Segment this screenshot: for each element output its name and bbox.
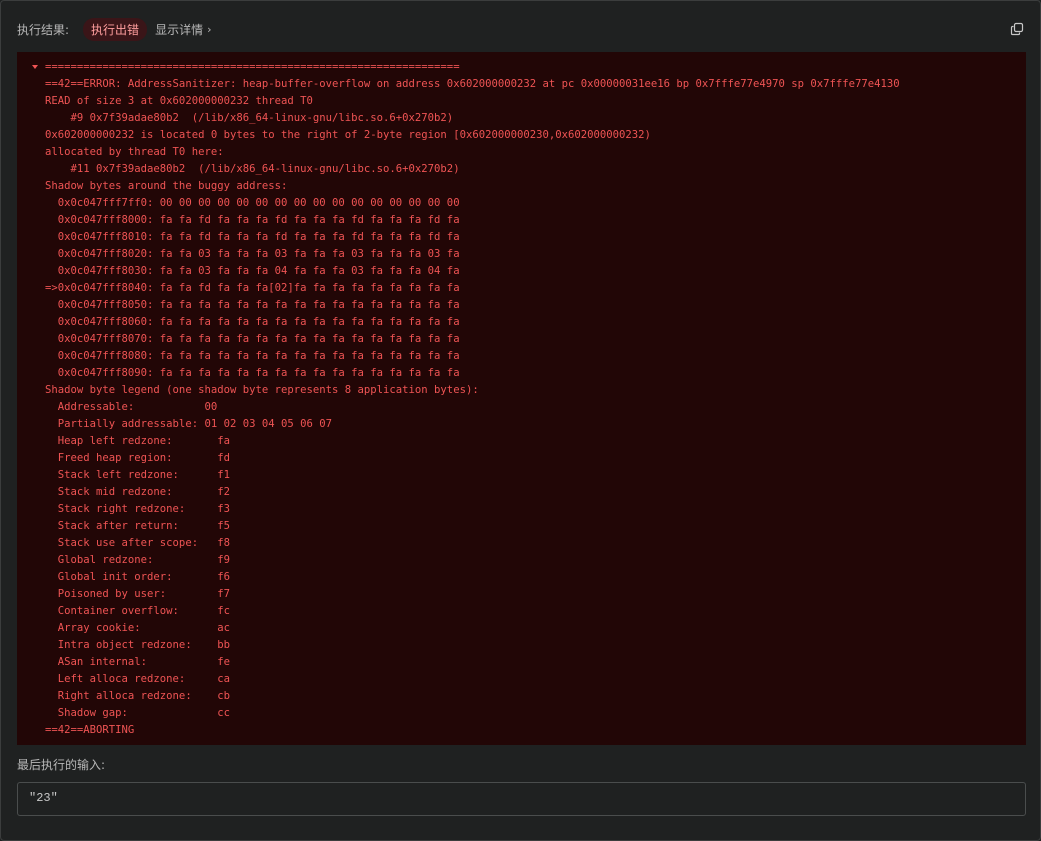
result-label: 执行结果:: [17, 22, 70, 37]
log-line: Intra object redzone: bb: [45, 639, 230, 651]
log-line: #9 0x7f39adae80b2 (/lib/x86_64-linux-gnu…: [45, 112, 454, 124]
last-input-field[interactable]: "23": [17, 782, 1026, 816]
status-badge: 执行出错: [83, 17, 148, 41]
log-line: allocated by thread T0 here:: [45, 146, 224, 158]
log-line: ASan internal: fe: [45, 656, 230, 668]
log-line: 0x0c047fff8080: fa fa fa fa fa fa fa fa …: [45, 350, 460, 362]
log-line: Partially addressable: 01 02 03 04 05 06…: [45, 418, 333, 430]
log-line: ==42==ERROR: AddressSanitizer: heap-buff…: [45, 78, 900, 90]
chevron-right-icon: ›: [207, 22, 212, 36]
log-line: Stack right redzone: f3: [45, 503, 230, 515]
log-line: Stack use after scope: f8: [45, 537, 230, 549]
result-header: 执行结果: 执行出错 显示详情 ›: [17, 17, 1024, 41]
log-line: ========================================…: [45, 61, 460, 73]
log-line: READ of size 3 at 0x602000000232 thread …: [45, 95, 313, 107]
log-line: Stack left redzone: f1: [45, 469, 230, 481]
log-line: Stack mid redzone: f2: [45, 486, 230, 498]
log-line: 0x0c047fff8050: fa fa fa fa fa fa fa fa …: [45, 299, 460, 311]
error-log: ========================================…: [17, 52, 1026, 745]
last-input-value: "23": [29, 791, 58, 805]
show-details-link[interactable]: 显示详情 ›: [155, 21, 211, 38]
log-line: Container overflow: fc: [45, 605, 230, 617]
log-line: 0x0c047fff7ff0: 00 00 00 00 00 00 00 00 …: [45, 197, 460, 209]
copy-icon[interactable]: [1010, 21, 1024, 36]
log-line: #11 0x7f39adae80b2 (/lib/x86_64-linux-gn…: [45, 163, 460, 175]
log-line: ==42==ABORTING: [45, 724, 135, 736]
result-panel: 执行结果: 执行出错 显示详情 › ======================…: [0, 0, 1041, 841]
log-line: =>0x0c047fff8040: fa fa fd fa fa fa[02]f…: [45, 282, 460, 294]
log-line: 0x0c047fff8010: fa fa fd fa fa fa fd fa …: [45, 231, 460, 243]
log-line: Array cookie: ac: [45, 622, 230, 634]
log-line: Stack after return: f5: [45, 520, 230, 532]
show-details-label: 显示详情: [155, 22, 204, 37]
log-line: Right alloca redzone: cb: [45, 690, 230, 702]
log-line: Heap left redzone: fa: [45, 435, 230, 447]
log-line: 0x0c047fff8020: fa fa 03 fa fa fa 03 fa …: [45, 248, 460, 260]
error-log-text: ========================================…: [45, 59, 900, 739]
log-line: 0x0c047fff8070: fa fa fa fa fa fa fa fa …: [45, 333, 460, 345]
log-line: Addressable: 00: [45, 401, 218, 413]
last-input-label: 最后执行的输入:: [17, 758, 106, 772]
log-line: Freed heap region: fd: [45, 452, 230, 464]
log-line: Global redzone: f9: [45, 554, 230, 566]
log-line: 0x602000000232 is located 0 bytes to the…: [45, 129, 651, 141]
log-line: 0x0c047fff8090: fa fa fa fa fa fa fa fa …: [45, 367, 460, 379]
log-line: Shadow byte legend (one shadow byte repr…: [45, 384, 479, 396]
log-line: Shadow bytes around the buggy address:: [45, 180, 288, 192]
caret-down-icon[interactable]: [32, 65, 38, 69]
log-line: 0x0c047fff8000: fa fa fd fa fa fa fd fa …: [45, 214, 460, 226]
log-line: Global init order: f6: [45, 571, 230, 583]
log-line: Poisoned by user: f7: [45, 588, 230, 600]
log-line: Left alloca redzone: ca: [45, 673, 230, 685]
log-line: 0x0c047fff8060: fa fa fa fa fa fa fa fa …: [45, 316, 460, 328]
log-line: Shadow gap: cc: [45, 707, 230, 719]
log-line: 0x0c047fff8030: fa fa 03 fa fa fa 04 fa …: [45, 265, 460, 277]
